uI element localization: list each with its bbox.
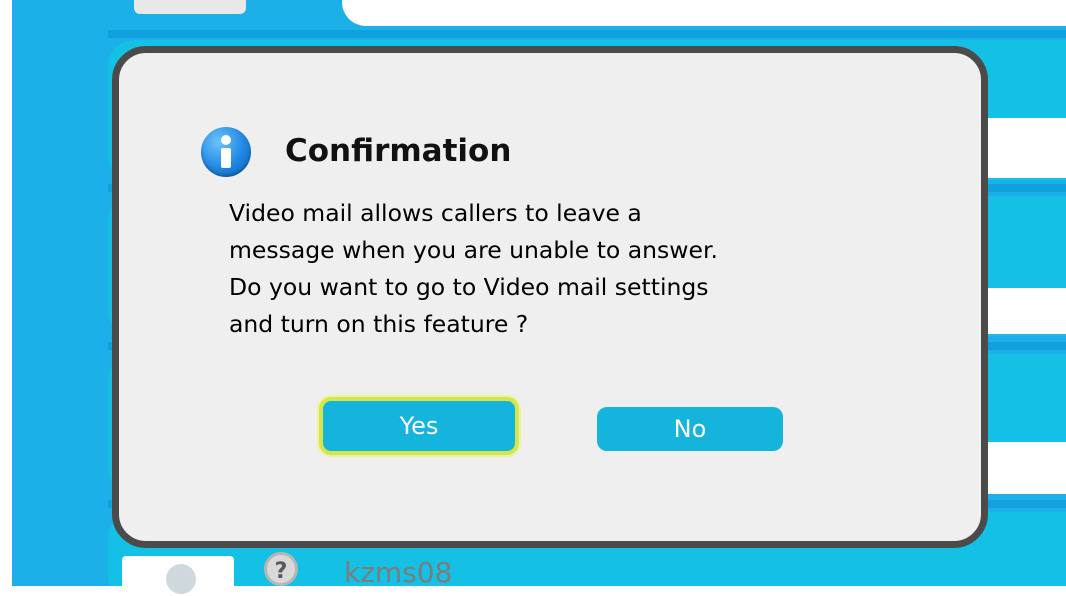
row-divider (108, 30, 1066, 38)
dialog-message-line: Video mail allows callers to leave a (229, 199, 642, 227)
row-panel (978, 442, 1066, 494)
dialog-message-line: and turn on this feature ? (229, 310, 529, 338)
top-tab[interactable] (134, 0, 246, 14)
info-icon-dot (221, 135, 231, 145)
yes-button[interactable]: Yes (319, 397, 519, 455)
dialog-message-line: message when you are unable to answer. (229, 236, 718, 264)
confirmation-dialog: Confirmation Video mail allows callers t… (112, 46, 988, 548)
dialog-message: Video mail allows callers to leave a mes… (229, 195, 869, 343)
avatar-placeholder-icon (166, 564, 196, 594)
info-icon (201, 127, 251, 177)
dialog-message-line: Do you want to go to Video mail settings (229, 273, 709, 301)
dialog-title: Confirmation (285, 133, 512, 169)
info-icon-bar (221, 148, 231, 168)
top-bar (342, 0, 1066, 26)
row-panel (978, 288, 1066, 334)
row-panel (978, 118, 1066, 178)
no-button[interactable]: No (597, 407, 783, 451)
left-edge (0, 0, 12, 586)
contact-name[interactable]: kzms08 (344, 556, 452, 589)
question-mark-icon: ? (264, 552, 298, 586)
